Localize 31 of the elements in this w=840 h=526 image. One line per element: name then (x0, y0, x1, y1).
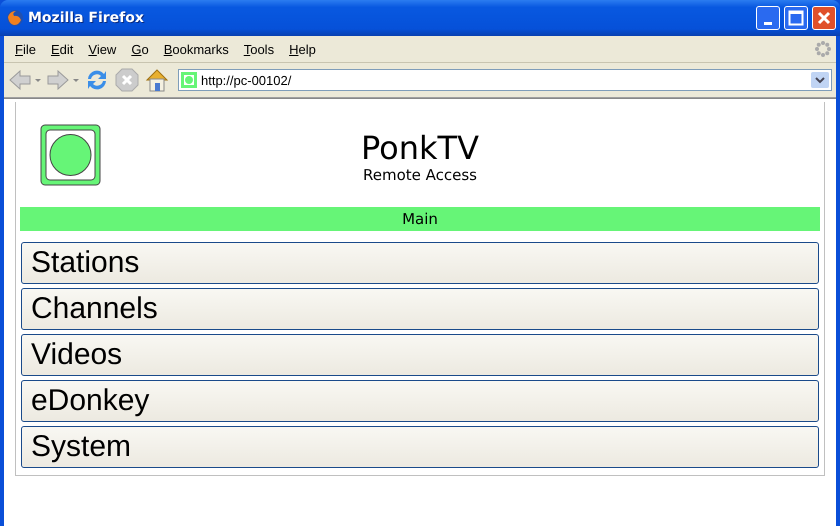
menu-item[interactable]: View (81, 42, 124, 56)
home-button[interactable] (144, 67, 170, 93)
menu-item[interactable]: Tools (236, 42, 282, 56)
menu-item[interactable]: File (8, 42, 44, 56)
menu-button[interactable]: Channels (21, 288, 819, 330)
close-button[interactable] (812, 6, 836, 30)
page-subtitle: Remote Access (362, 166, 477, 184)
window-title: Mozilla Firefox (28, 10, 145, 26)
stop-button[interactable] (114, 67, 140, 93)
throbber-icon (814, 40, 832, 58)
menu-button[interactable]: Videos (21, 334, 819, 376)
section-header: Main (20, 207, 820, 231)
maximize-icon (788, 10, 804, 26)
menu-button[interactable]: eDonkey (21, 380, 819, 422)
site-icon (181, 72, 197, 88)
menu-item[interactable]: Go (124, 42, 157, 56)
menu-button[interactable]: System (21, 426, 819, 468)
dropdown-icon[interactable] (811, 72, 829, 88)
back-button[interactable] (8, 68, 42, 92)
menu-item[interactable]: Edit (44, 42, 82, 56)
page-title: PonkTV (361, 130, 479, 166)
minimize-icon (764, 22, 772, 24)
minimize-button[interactable] (756, 6, 780, 30)
maximize-button[interactable] (784, 6, 808, 30)
forward-button[interactable] (46, 68, 80, 92)
menu-button[interactable]: Stations (21, 242, 819, 284)
close-icon (817, 11, 831, 25)
menu-item[interactable]: Bookmarks (156, 42, 237, 56)
menu-item[interactable]: Help (282, 42, 324, 56)
address-bar[interactable]: http://pc-00102/ (178, 69, 832, 91)
logo-icon (40, 124, 101, 186)
